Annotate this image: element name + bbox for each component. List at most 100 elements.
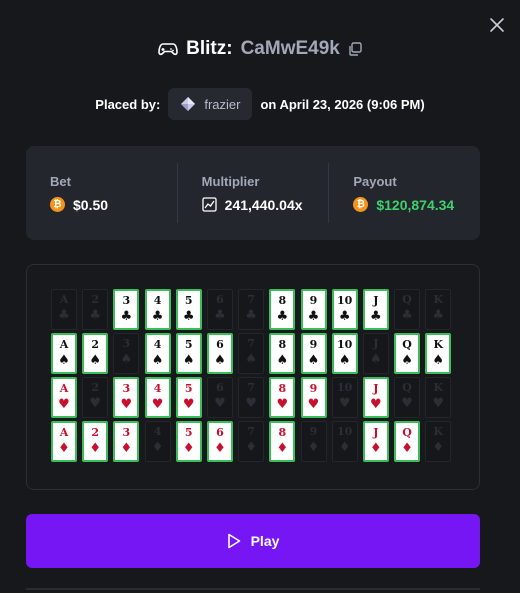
- card[interactable]: 2 ♣: [82, 289, 109, 330]
- card-rank: 8: [278, 294, 287, 307]
- card-rank: 6: [216, 381, 224, 394]
- card-suit-icon: ♠: [245, 352, 257, 367]
- card-suit-icon: ♣: [432, 308, 445, 323]
- card[interactable]: 7 ♦: [238, 421, 265, 462]
- card-suit-icon: ♦: [307, 440, 320, 455]
- card-suit-icon: ♥: [245, 396, 257, 411]
- card[interactable]: 6 ♠: [206, 333, 233, 374]
- card[interactable]: A ♦: [51, 421, 77, 462]
- card-rank: 6: [216, 426, 224, 439]
- card[interactable]: 7 ♥: [238, 377, 265, 418]
- card[interactable]: J ♠: [362, 333, 389, 374]
- card[interactable]: 7 ♠: [238, 333, 265, 374]
- card-suit-icon: ♦: [214, 441, 226, 456]
- card-suit-icon: ♠: [89, 353, 102, 368]
- card[interactable]: 8 ♥: [269, 377, 296, 418]
- card[interactable]: 7 ♣: [238, 289, 265, 330]
- card-suit-icon: ♥: [370, 397, 382, 412]
- card-rank: 8: [278, 426, 287, 439]
- card-suit-icon: ♦: [432, 440, 445, 455]
- card-suit-icon: ♠: [370, 352, 382, 367]
- card[interactable]: 10 ♠: [331, 333, 358, 374]
- card[interactable]: 8 ♠: [269, 333, 296, 374]
- card-suit-icon: ♣: [151, 309, 164, 324]
- card-suit-icon: ♥: [182, 397, 195, 412]
- card[interactable]: 4 ♣: [144, 289, 171, 330]
- card-suit-icon: ♣: [370, 309, 382, 324]
- card-suit-icon: ♣: [338, 309, 351, 324]
- play-button[interactable]: Play: [26, 514, 480, 568]
- card[interactable]: 6 ♥: [206, 377, 233, 418]
- card-suit-icon: ♥: [89, 396, 102, 411]
- card-suit-icon: ♥: [214, 396, 226, 411]
- card[interactable]: K ♥: [425, 377, 452, 418]
- card[interactable]: 4 ♦: [144, 421, 171, 462]
- card[interactable]: 10 ♦: [331, 421, 358, 462]
- card-rank: J: [373, 382, 379, 395]
- card-rank: 10: [337, 381, 353, 394]
- card[interactable]: J ♥: [362, 377, 389, 418]
- card[interactable]: 9 ♥: [300, 377, 327, 418]
- copy-icon[interactable]: [348, 42, 362, 56]
- card[interactable]: 4 ♠: [144, 333, 171, 374]
- card-rank: Q: [402, 381, 412, 394]
- card-suit-icon: ♥: [276, 397, 289, 412]
- card[interactable]: Q ♣: [394, 289, 421, 330]
- card[interactable]: 3 ♣: [113, 289, 140, 330]
- user-avatar-icon: [181, 97, 196, 111]
- card[interactable]: J ♦: [362, 421, 389, 462]
- card[interactable]: K ♦: [425, 421, 452, 462]
- card[interactable]: A ♥: [51, 377, 77, 418]
- card-suit-icon: ♣: [307, 309, 320, 324]
- card-suit-icon: ♦: [401, 441, 413, 456]
- card[interactable]: 6 ♦: [206, 421, 233, 462]
- card[interactable]: Q ♦: [394, 421, 421, 462]
- card-suit-icon: ♠: [338, 353, 351, 368]
- card-suit-icon: ♣: [401, 308, 413, 323]
- card[interactable]: 5 ♥: [175, 377, 202, 418]
- card[interactable]: 2 ♥: [82, 377, 109, 418]
- card[interactable]: 4 ♥: [144, 377, 171, 418]
- card[interactable]: 9 ♦: [300, 421, 327, 462]
- card[interactable]: 3 ♠: [113, 333, 140, 374]
- card[interactable]: K ♣: [425, 289, 452, 330]
- card[interactable]: 5 ♣: [175, 289, 202, 330]
- close-button[interactable]: [488, 16, 506, 34]
- card[interactable]: 2 ♠: [82, 333, 109, 374]
- card[interactable]: 10 ♣: [331, 289, 358, 330]
- card[interactable]: 3 ♥: [113, 377, 140, 418]
- card-suit-icon: ♥: [120, 397, 133, 412]
- card[interactable]: 5 ♠: [175, 333, 202, 374]
- card[interactable]: A ♠: [51, 333, 77, 374]
- card-suit-icon: ♠: [401, 353, 413, 368]
- card[interactable]: A ♣: [51, 289, 77, 330]
- card[interactable]: 9 ♠: [300, 333, 327, 374]
- card-rank: 8: [278, 338, 287, 351]
- card-rank: A: [59, 293, 69, 306]
- card[interactable]: 8 ♦: [269, 421, 296, 462]
- card[interactable]: Q ♠: [394, 333, 421, 374]
- card-suit-icon: ♠: [307, 353, 320, 368]
- card[interactable]: 5 ♦: [175, 421, 202, 462]
- card[interactable]: 9 ♣: [300, 289, 327, 330]
- card-rank: 7: [247, 425, 255, 438]
- card-suit-icon: ♣: [182, 309, 195, 324]
- card-rank: K: [433, 293, 444, 306]
- username: frazier: [204, 96, 241, 112]
- card[interactable]: 10 ♥: [331, 377, 358, 418]
- card[interactable]: 2 ♦: [82, 421, 109, 462]
- placed-by-row: Placed by: frazier on April 23, 2026 (9:…: [0, 88, 520, 120]
- close-icon: [490, 18, 504, 32]
- user-chip[interactable]: frazier: [168, 88, 253, 120]
- card-suit-icon: ♦: [58, 441, 70, 456]
- card-suit-icon: ♠: [276, 353, 289, 368]
- card[interactable]: 6 ♣: [206, 289, 233, 330]
- card[interactable]: 8 ♣: [269, 289, 296, 330]
- card-rank: A: [59, 426, 69, 439]
- card-rank: 4: [153, 338, 162, 351]
- card[interactable]: K ♠: [425, 333, 452, 374]
- divider: [26, 588, 480, 590]
- card[interactable]: J ♣: [362, 289, 389, 330]
- card[interactable]: 3 ♦: [113, 421, 140, 462]
- card[interactable]: Q ♥: [394, 377, 421, 418]
